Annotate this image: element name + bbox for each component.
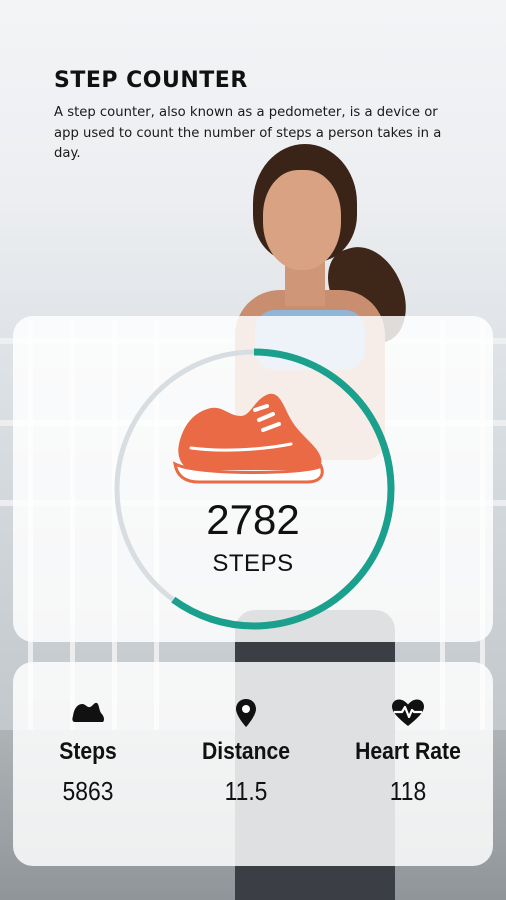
stat-steps-label: Steps (59, 738, 117, 765)
stat-steps-value: 5863 (62, 776, 114, 806)
stats-card: Steps 5863 Distance 11.5 Heart Rate 118 (13, 662, 493, 866)
step-count-label: STEPS (212, 550, 294, 577)
page-title: STEP COUNTER (54, 68, 248, 93)
stat-heart-rate-label: Heart Rate (355, 738, 461, 765)
stat-heart-rate: Heart Rate 118 (333, 698, 483, 807)
heart-rate-icon (333, 698, 483, 728)
location-pin-icon (171, 698, 321, 728)
page-description: A step counter, also known as a pedomete… (54, 105, 442, 161)
stat-distance-label: Distance (201, 738, 291, 765)
sneaker-icon (173, 393, 324, 484)
stat-distance: Distance 11.5 (171, 698, 321, 807)
shoe-icon (13, 698, 163, 728)
stat-heart-rate-value: 118 (389, 776, 427, 806)
stat-steps: Steps 5863 (13, 698, 163, 807)
stat-distance-value: 11.5 (224, 776, 268, 806)
step-progress-card: 2782 STEPS (13, 316, 493, 642)
step-count: 2782 (206, 496, 300, 543)
